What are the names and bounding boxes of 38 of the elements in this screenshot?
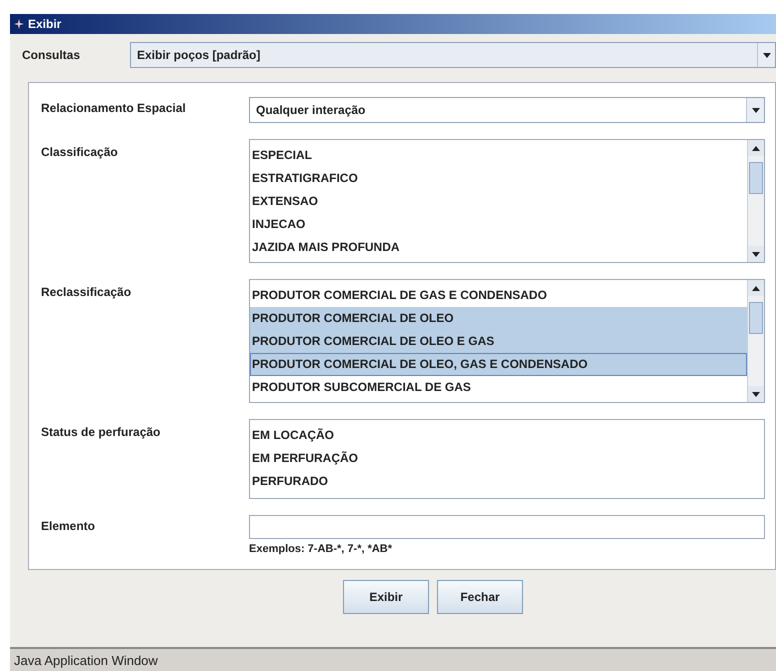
scrollbar[interactable] [747, 280, 764, 402]
list-item[interactable]: PRODUTOR COMERCIAL DE OLEO E GAS [250, 330, 747, 353]
dropdown[interactable]: Qualquer interação [249, 97, 765, 123]
scroll-thumb[interactable] [749, 162, 763, 194]
field-label: Elemento [40, 518, 96, 533]
field-label: Status de perfuração [40, 424, 162, 439]
up-arrow-icon [752, 146, 760, 150]
list-item[interactable]: EM PERFURAÇÃO [250, 447, 764, 470]
list-item[interactable]: PRODUTOR SUBCOMERCIAL DE GAS [250, 376, 747, 399]
status-bar: Java Application Window [10, 647, 776, 671]
list-item[interactable]: EXTENSAO [250, 190, 747, 213]
down-arrow-icon [762, 52, 770, 58]
field-label: Classificação [40, 144, 119, 159]
field-label: Consultas [22, 48, 82, 62]
field-label: Reclassificação [40, 284, 132, 299]
list-item[interactable]: INJECAO [250, 213, 747, 236]
list-item[interactable]: PRODUTOR COMERCIAL DE GAS E CONDENSADO [250, 284, 747, 307]
list-item[interactable]: EM LOCAÇÃO [250, 424, 764, 447]
down-arrow-icon [752, 252, 760, 256]
hint-text: Exemplos: 7-AB-*, 7-*, *AB* [249, 542, 394, 557]
field-label: Relacionamento Espacial [40, 100, 187, 115]
list-item[interactable]: PERFURADO [250, 470, 764, 493]
down-arrow-icon [752, 108, 760, 112]
input-field[interactable] [249, 515, 765, 539]
list-item[interactable]: JAZIDA MAIS PROFUNDA [250, 236, 747, 259]
list-item[interactable]: ESTRATIGRAFICO [250, 167, 747, 190]
list-item[interactable]: PRODUTOR COMERCIAL DE OLEO, GAS E CONDENSADO [250, 353, 747, 376]
dialog-button[interactable]: Exibir [343, 580, 429, 614]
list-item[interactable]: PRODUTOR COMERCIAL DE OLEO [250, 307, 747, 330]
scrollbar[interactable] [747, 140, 764, 262]
dialog-button[interactable]: Fechar [437, 580, 523, 614]
list-item[interactable]: ESPECIAL [250, 144, 747, 167]
up-arrow-icon [752, 286, 760, 290]
window-title: Exibir [28, 17, 62, 31]
dropdown[interactable]: Exibir poços [padrão] [130, 42, 776, 68]
down-arrow-icon [752, 392, 760, 396]
app-icon [14, 19, 24, 29]
scroll-thumb[interactable] [749, 302, 763, 334]
